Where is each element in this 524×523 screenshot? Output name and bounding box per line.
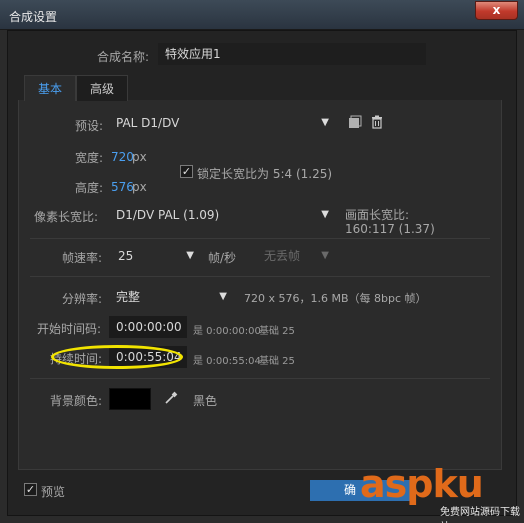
drop-frame-select[interactable]: 无丢帧 ▼ <box>259 245 335 267</box>
frame-rate-input[interactable]: 25 <box>111 245 176 267</box>
checkmark-icon: ✓ <box>181 165 192 178</box>
resolution-label: 分辨率: <box>62 292 103 306</box>
frame-rate-dropdown[interactable]: ▼ <box>178 245 198 267</box>
preset-select[interactable]: PAL D1/DV ▼ <box>111 112 335 134</box>
divider <box>30 238 490 239</box>
start-timecode-info: 是 0:00:00:00 <box>193 326 261 337</box>
start-timecode-label: 开始时间码: <box>37 322 102 336</box>
composition-name-input[interactable]: 特效应用1 <box>158 43 426 65</box>
background-color-label: 背景颜色: <box>50 394 103 408</box>
height-unit: px <box>132 180 147 194</box>
height-value[interactable]: 576 <box>111 180 134 194</box>
pixel-aspect-label: 像素长宽比: <box>34 210 99 224</box>
frame-rate-label: 帧速率: <box>62 251 103 265</box>
frame-rate-unit: 帧/秒 <box>208 251 237 265</box>
preset-value: PAL D1/DV <box>116 116 180 130</box>
drop-frame-value: 无丢帧 <box>264 249 301 263</box>
watermark-subtitle: 免费网站源码下载站! <box>440 507 520 523</box>
preview-label: 预览 <box>41 485 66 499</box>
resolution-select[interactable]: 完整 ▼ <box>111 286 233 308</box>
duration-info: 是 0:00:55:04 <box>193 356 261 367</box>
chevron-down-icon: ▼ <box>186 250 194 261</box>
eyedropper-icon[interactable] <box>162 391 180 409</box>
width-value[interactable]: 720 <box>111 150 134 164</box>
height-label: 高度: <box>75 181 104 195</box>
background-color-swatch[interactable] <box>109 388 151 410</box>
window-title: 合成设置 <box>9 10 58 24</box>
preset-label: 预设: <box>75 119 104 133</box>
width-unit: px <box>132 150 147 164</box>
pixel-aspect-select[interactable]: D1/DV PAL (1.09) ▼ <box>111 204 335 226</box>
chevron-down-icon: ▼ <box>219 291 227 302</box>
chevron-down-icon: ▼ <box>321 117 329 128</box>
chevron-down-icon: ▼ <box>321 250 329 261</box>
watermark-logo: aspku <box>360 462 484 506</box>
chevron-down-icon: ▼ <box>321 209 329 220</box>
lock-ratio-checkbox[interactable]: ✓ <box>180 165 193 178</box>
close-button[interactable]: x <box>475 1 518 20</box>
highlight-ellipse <box>51 345 183 369</box>
resolution-value: 完整 <box>116 290 141 304</box>
frame-aspect-label: 画面长宽比: <box>345 208 410 222</box>
trash-icon[interactable] <box>368 115 386 133</box>
checkmark-icon: ✓ <box>25 483 36 496</box>
pixel-aspect-value: D1/DV PAL (1.09) <box>116 208 220 222</box>
resolution-info: 720 x 576，1.6 MB（每 8bpc 帧） <box>244 292 427 305</box>
divider <box>30 276 490 277</box>
composition-name-label: 合成名称: <box>97 50 150 64</box>
save-preset-icon[interactable] <box>346 115 364 133</box>
start-timecode-input[interactable]: 0:00:00:00 <box>109 316 187 338</box>
frame-aspect-value: 160:117 (1.37) <box>345 222 435 236</box>
duration-base: 基础 25 <box>259 356 295 367</box>
title-bar: 合成设置 x <box>0 0 524 30</box>
width-label: 宽度: <box>75 151 104 165</box>
tab-basic[interactable]: 基本 <box>24 75 76 101</box>
divider <box>30 378 490 379</box>
preview-checkbox[interactable]: ✓ <box>24 483 37 496</box>
start-timecode-base: 基础 25 <box>259 326 295 337</box>
background-color-name: 黑色 <box>193 394 218 408</box>
tab-advanced[interactable]: 高级 <box>76 75 128 101</box>
lock-ratio-label: 锁定长宽比为 5:4 (1.25) <box>197 167 333 181</box>
